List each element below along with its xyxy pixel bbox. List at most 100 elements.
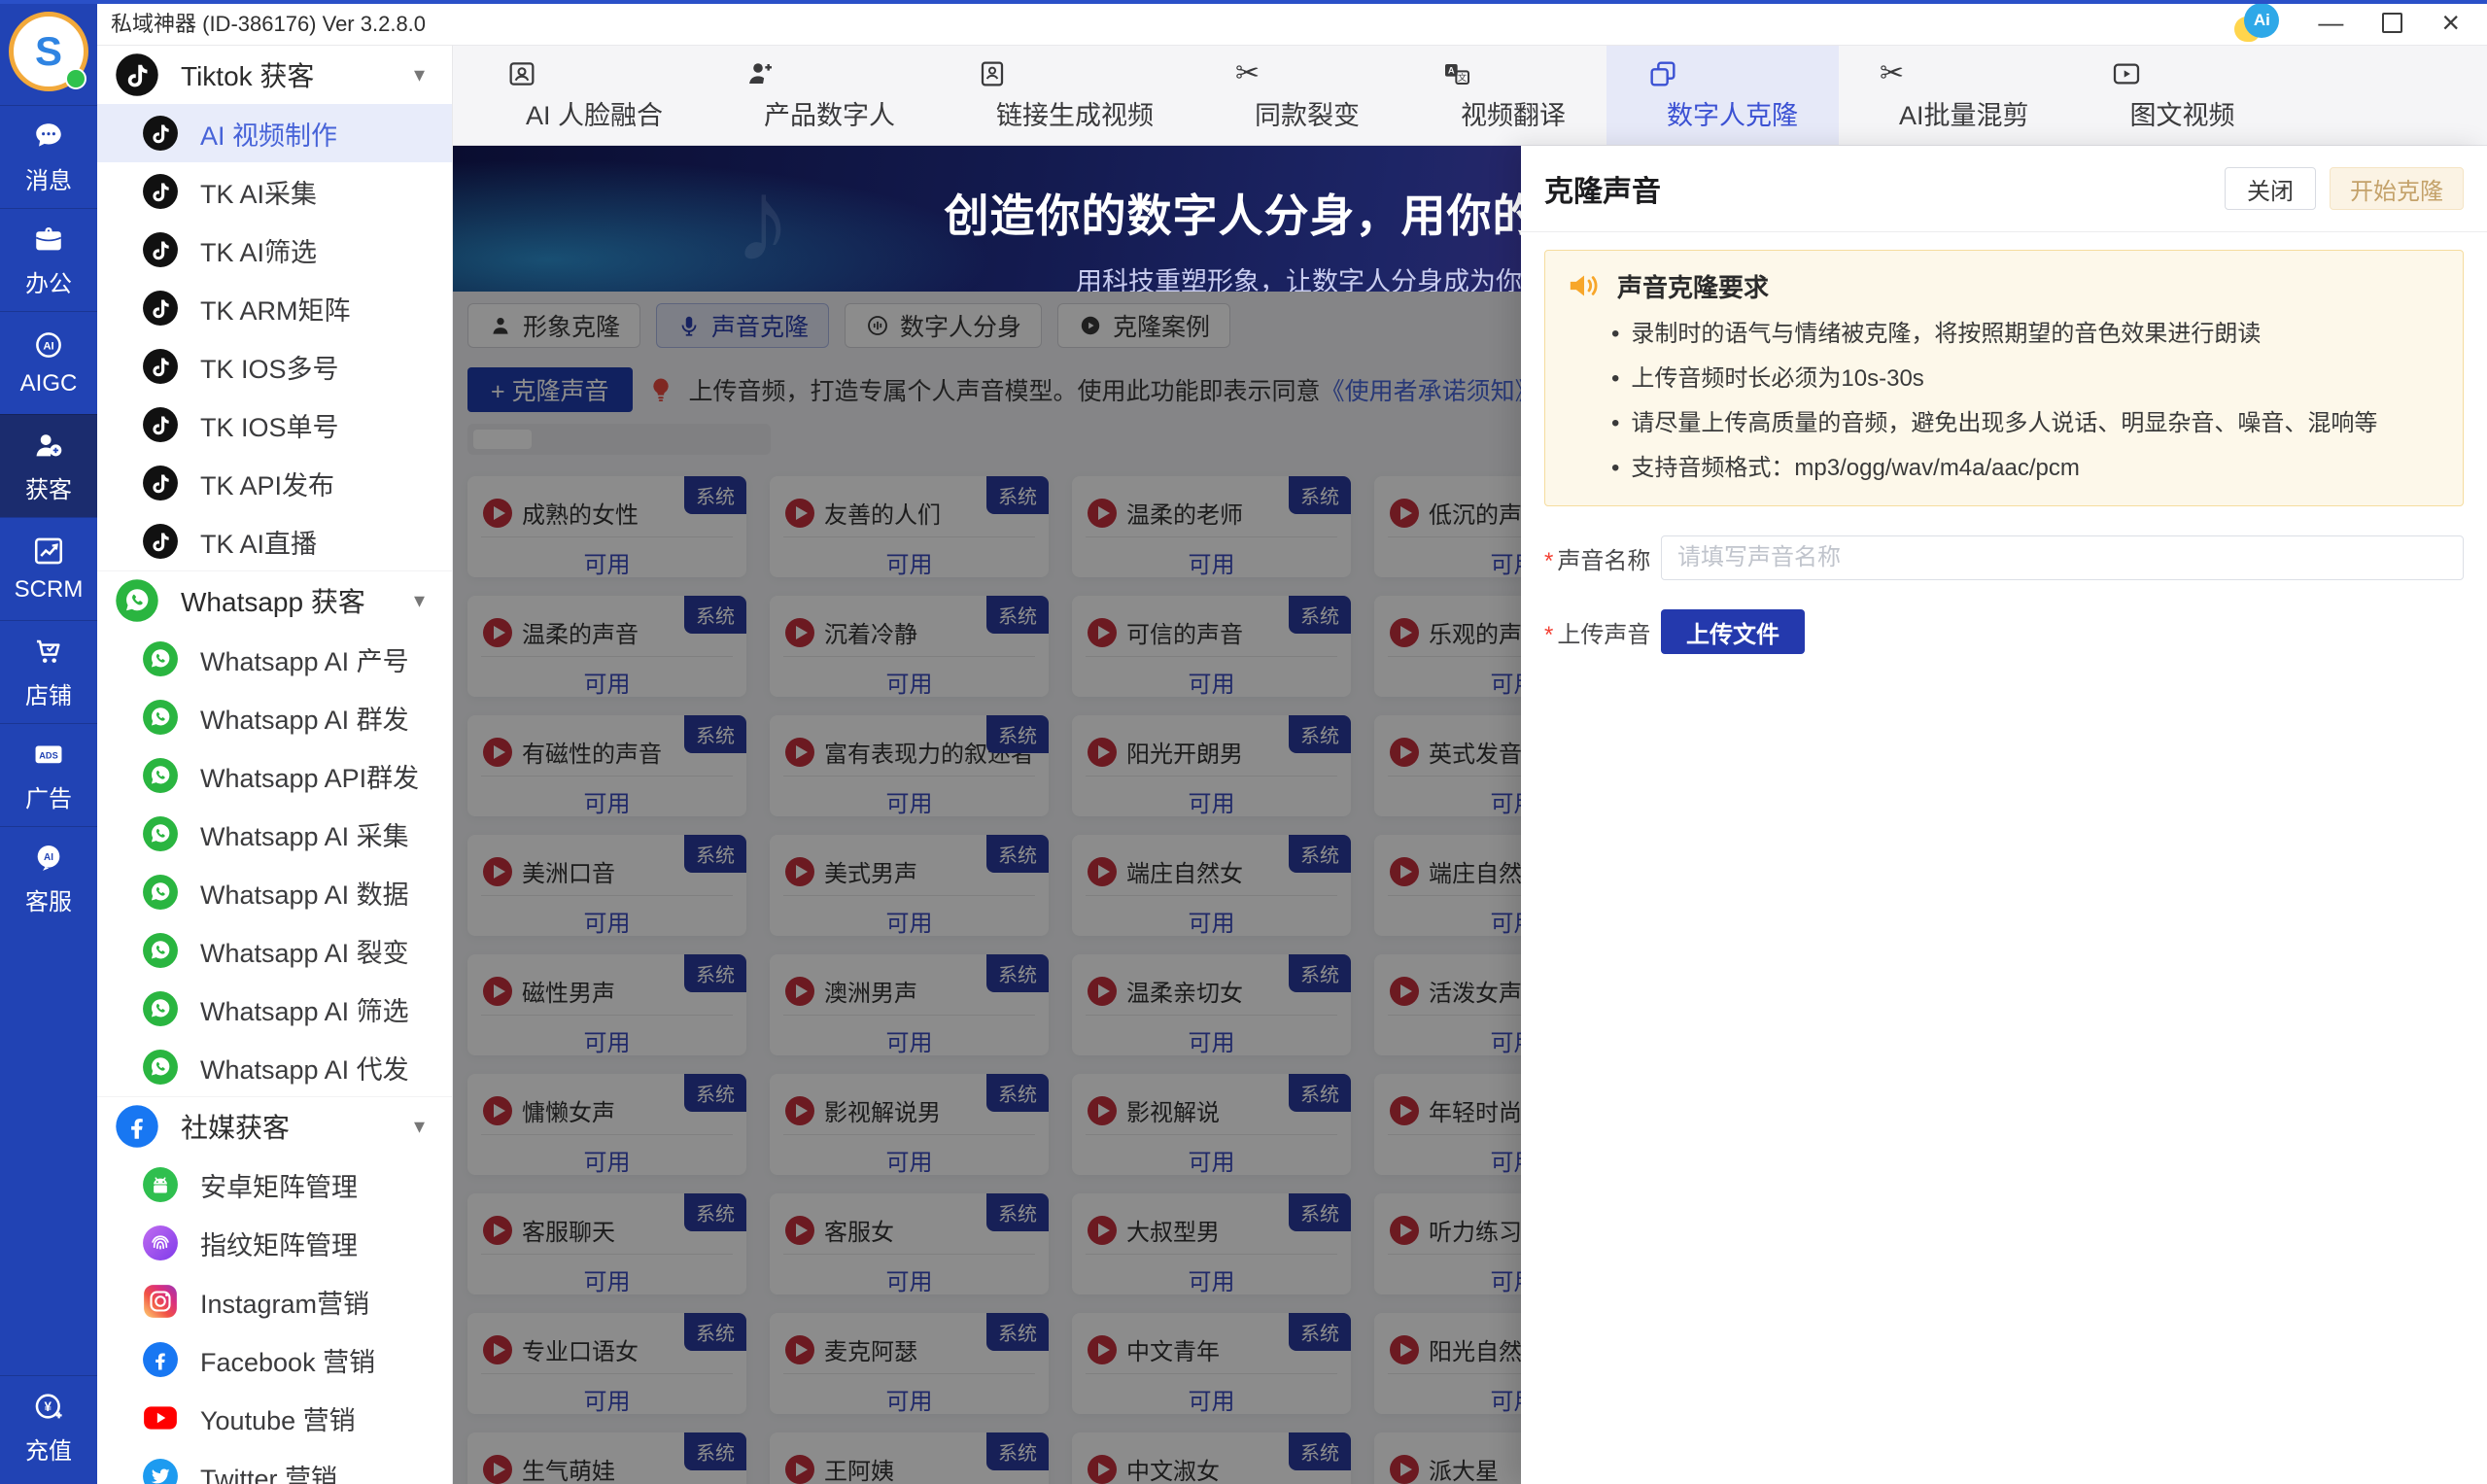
svg-text:A: A bbox=[1448, 65, 1455, 75]
svg-text:AI: AI bbox=[44, 852, 53, 863]
menu-row[interactable]: TK AI采集 ▾ bbox=[97, 162, 452, 221]
menu-row[interactable]: TK API发布 ▾ bbox=[97, 454, 452, 512]
tiktok-icon bbox=[142, 406, 179, 443]
menu-row[interactable]: Whatsapp AI 群发 ▾ bbox=[97, 688, 452, 746]
svg-text:AI: AI bbox=[43, 340, 53, 352]
minimize-button[interactable]: — bbox=[2318, 10, 2343, 35]
primary-nav-item[interactable]: 店铺 bbox=[0, 620, 97, 723]
tiktok-icon bbox=[142, 348, 179, 385]
menu-row[interactable]: 安卓矩阵管理 ▾ bbox=[97, 1156, 452, 1214]
primary-nav-item[interactable]: 办公 bbox=[0, 208, 97, 311]
maximize-icon bbox=[2382, 13, 2402, 33]
tiktok-icon bbox=[142, 290, 179, 327]
online-status-dot bbox=[65, 68, 86, 89]
feature-tab[interactable]: 数字人克隆 bbox=[1606, 45, 1839, 145]
voice-name-label: *声音名称 bbox=[1544, 541, 1661, 575]
feature-tab[interactable]: 产品数字人 bbox=[704, 45, 936, 145]
clone-voice-drawer: 克隆声音 关闭 开始克隆 声音克隆要求 • 录制时的语气与情绪被克隆，将按照期望… bbox=[1521, 146, 2487, 1484]
menu-row[interactable]: Whatsapp AI 裂变 ▾ bbox=[97, 921, 452, 980]
menu-row[interactable]: Tiktok 获客 ▾ bbox=[97, 45, 452, 104]
tiktok-icon bbox=[142, 465, 179, 501]
feature-tab[interactable]: AI 人脸融合 bbox=[466, 45, 704, 145]
menu-row[interactable]: AI 视频制作 ▾ bbox=[97, 104, 452, 162]
feature-tab[interactable]: 图文视频 bbox=[2070, 45, 2276, 145]
start-clone-button[interactable]: 开始克隆 bbox=[2330, 167, 2464, 210]
menu-row[interactable]: TK AI筛选 ▾ bbox=[97, 221, 452, 279]
upload-file-button[interactable]: 上传文件 bbox=[1661, 609, 1805, 654]
maximize-button[interactable] bbox=[2382, 13, 2402, 33]
briefcase-icon bbox=[32, 223, 65, 256]
service-icon: AI bbox=[32, 841, 65, 874]
ads-icon: ADS bbox=[32, 738, 65, 771]
primary-nav: 消息 办公 AI AIGC 获客 SCRM 店铺 ADS 广告 AI bbox=[0, 105, 97, 929]
primary-nav-item[interactable]: SCRM bbox=[0, 517, 97, 620]
scissors-icon: ✂ bbox=[1235, 58, 1266, 89]
video-card-icon bbox=[2111, 58, 2142, 89]
menu-row[interactable]: Whatsapp AI 数据 ▾ bbox=[97, 863, 452, 921]
whatsapp-icon bbox=[115, 578, 159, 623]
whatsapp-icon bbox=[142, 757, 179, 794]
requirements-box: 声音克隆要求 • 录制时的语气与情绪被克隆，将按照期望的音色效果进行朗读 • 上… bbox=[1544, 250, 2464, 506]
minimize-icon: — bbox=[2318, 10, 2343, 35]
speaker-icon bbox=[1565, 266, 1604, 305]
primary-nav-item[interactable]: 获客 bbox=[0, 414, 97, 517]
tiktok-icon bbox=[142, 173, 179, 210]
feature-tab[interactable]: A文 视频翻译 bbox=[1400, 45, 1606, 145]
tiktok-icon bbox=[115, 52, 159, 97]
chevron-down-icon[interactable]: ▾ bbox=[414, 588, 425, 613]
facebook-icon bbox=[115, 1104, 159, 1149]
ai-assistant-avatar[interactable]: Ai bbox=[2234, 3, 2279, 42]
primary-nav-item[interactable]: AI 客服 bbox=[0, 826, 97, 929]
primary-nav-item[interactable]: AI AIGC bbox=[0, 311, 97, 414]
sidebar-item-recharge[interactable]: ¥ 充值 bbox=[0, 1375, 97, 1478]
close-icon: × bbox=[2441, 10, 2460, 35]
primary-nav-item[interactable]: 消息 bbox=[0, 105, 97, 208]
primary-nav-item[interactable]: ADS 广告 bbox=[0, 723, 97, 826]
user-plus-icon bbox=[32, 429, 65, 462]
whatsapp-icon bbox=[142, 640, 179, 677]
feature-tab[interactable]: 链接生成视频 bbox=[936, 45, 1194, 145]
requirement-bullet: • 支持音频格式：mp3/ogg/wav/m4a/aac/pcm bbox=[1611, 453, 2443, 484]
tiktok-icon bbox=[142, 523, 179, 560]
menu-row[interactable]: 指纹矩阵管理 ▾ bbox=[97, 1214, 452, 1272]
menu-row[interactable]: Whatsapp AI 采集 ▾ bbox=[97, 805, 452, 863]
menu-row[interactable]: Whatsapp AI 筛选 ▾ bbox=[97, 980, 452, 1038]
android-icon bbox=[142, 1166, 179, 1203]
menu-row[interactable]: Whatsapp API群发 ▾ bbox=[97, 746, 452, 805]
aigc-icon: AI bbox=[32, 328, 65, 362]
tiktok-icon bbox=[142, 115, 179, 152]
clone-icon bbox=[1647, 58, 1678, 89]
requirements-title: 声音克隆要求 bbox=[1617, 268, 1769, 304]
instagram-icon bbox=[142, 1283, 179, 1320]
menu-row[interactable]: Facebook 营销 ▾ bbox=[97, 1330, 452, 1389]
whatsapp-icon bbox=[142, 932, 179, 969]
recharge-icon: ¥ bbox=[32, 1390, 65, 1423]
feature-tab[interactable]: ✂ AI批量混剪 bbox=[1839, 45, 2070, 145]
menu-row[interactable]: Twitter 营销 ▾ bbox=[97, 1447, 452, 1484]
menu-row[interactable]: TK IOS多号 ▾ bbox=[97, 337, 452, 396]
close-button[interactable]: × bbox=[2441, 10, 2460, 35]
menu-row[interactable]: Whatsapp AI 代发 ▾ bbox=[97, 1038, 452, 1096]
menu-row[interactable]: Whatsapp 获客 ▾ bbox=[97, 570, 452, 630]
translate-icon: A文 bbox=[1441, 58, 1472, 89]
upload-voice-label: *上传声音 bbox=[1544, 615, 1661, 649]
chevron-down-icon[interactable]: ▾ bbox=[414, 1114, 425, 1139]
menu-row[interactable]: Whatsapp AI 产号 ▾ bbox=[97, 630, 452, 688]
chevron-down-icon[interactable]: ▾ bbox=[414, 62, 425, 87]
svg-text:ADS: ADS bbox=[39, 750, 57, 760]
menu-row[interactable]: Instagram营销 ▾ bbox=[97, 1272, 452, 1330]
close-drawer-button[interactable]: 关闭 bbox=[2225, 167, 2316, 210]
menu-row[interactable]: TK IOS单号 ▾ bbox=[97, 396, 452, 454]
app-title: 私域神器 (ID-386176) Ver 3.2.8.0 bbox=[97, 7, 426, 38]
menu-row[interactable]: Youtube 营销 ▾ bbox=[97, 1389, 452, 1447]
facebook-icon bbox=[142, 1341, 179, 1378]
whatsapp-icon bbox=[142, 815, 179, 852]
voice-name-input[interactable] bbox=[1661, 535, 2464, 580]
feature-tab[interactable]: ✂ 同款裂变 bbox=[1194, 45, 1400, 145]
app-logo: S bbox=[9, 12, 88, 91]
menu-row[interactable]: 社媒获客 ▾ bbox=[97, 1096, 452, 1156]
message-icon bbox=[32, 120, 65, 153]
face-fusion-icon bbox=[506, 58, 537, 89]
menu-row[interactable]: TK ARM矩阵 ▾ bbox=[97, 279, 452, 337]
menu-row[interactable]: TK AI直播 ▾ bbox=[97, 512, 452, 570]
